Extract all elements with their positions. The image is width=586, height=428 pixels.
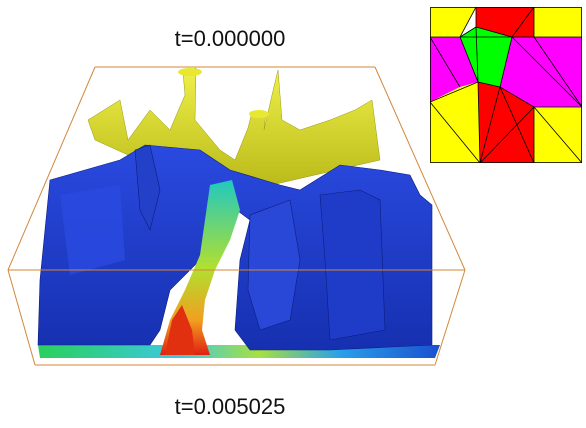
yellow-spike-cap (249, 110, 269, 118)
mesh-partition-diagram (430, 7, 582, 163)
blue-fold (319, 189, 386, 341)
bottom-time-label: t=0.005025 (174, 394, 286, 419)
3d-visualization (7, 66, 466, 366)
yellow-spike-cap (178, 68, 202, 76)
blue-fold (60, 185, 125, 275)
